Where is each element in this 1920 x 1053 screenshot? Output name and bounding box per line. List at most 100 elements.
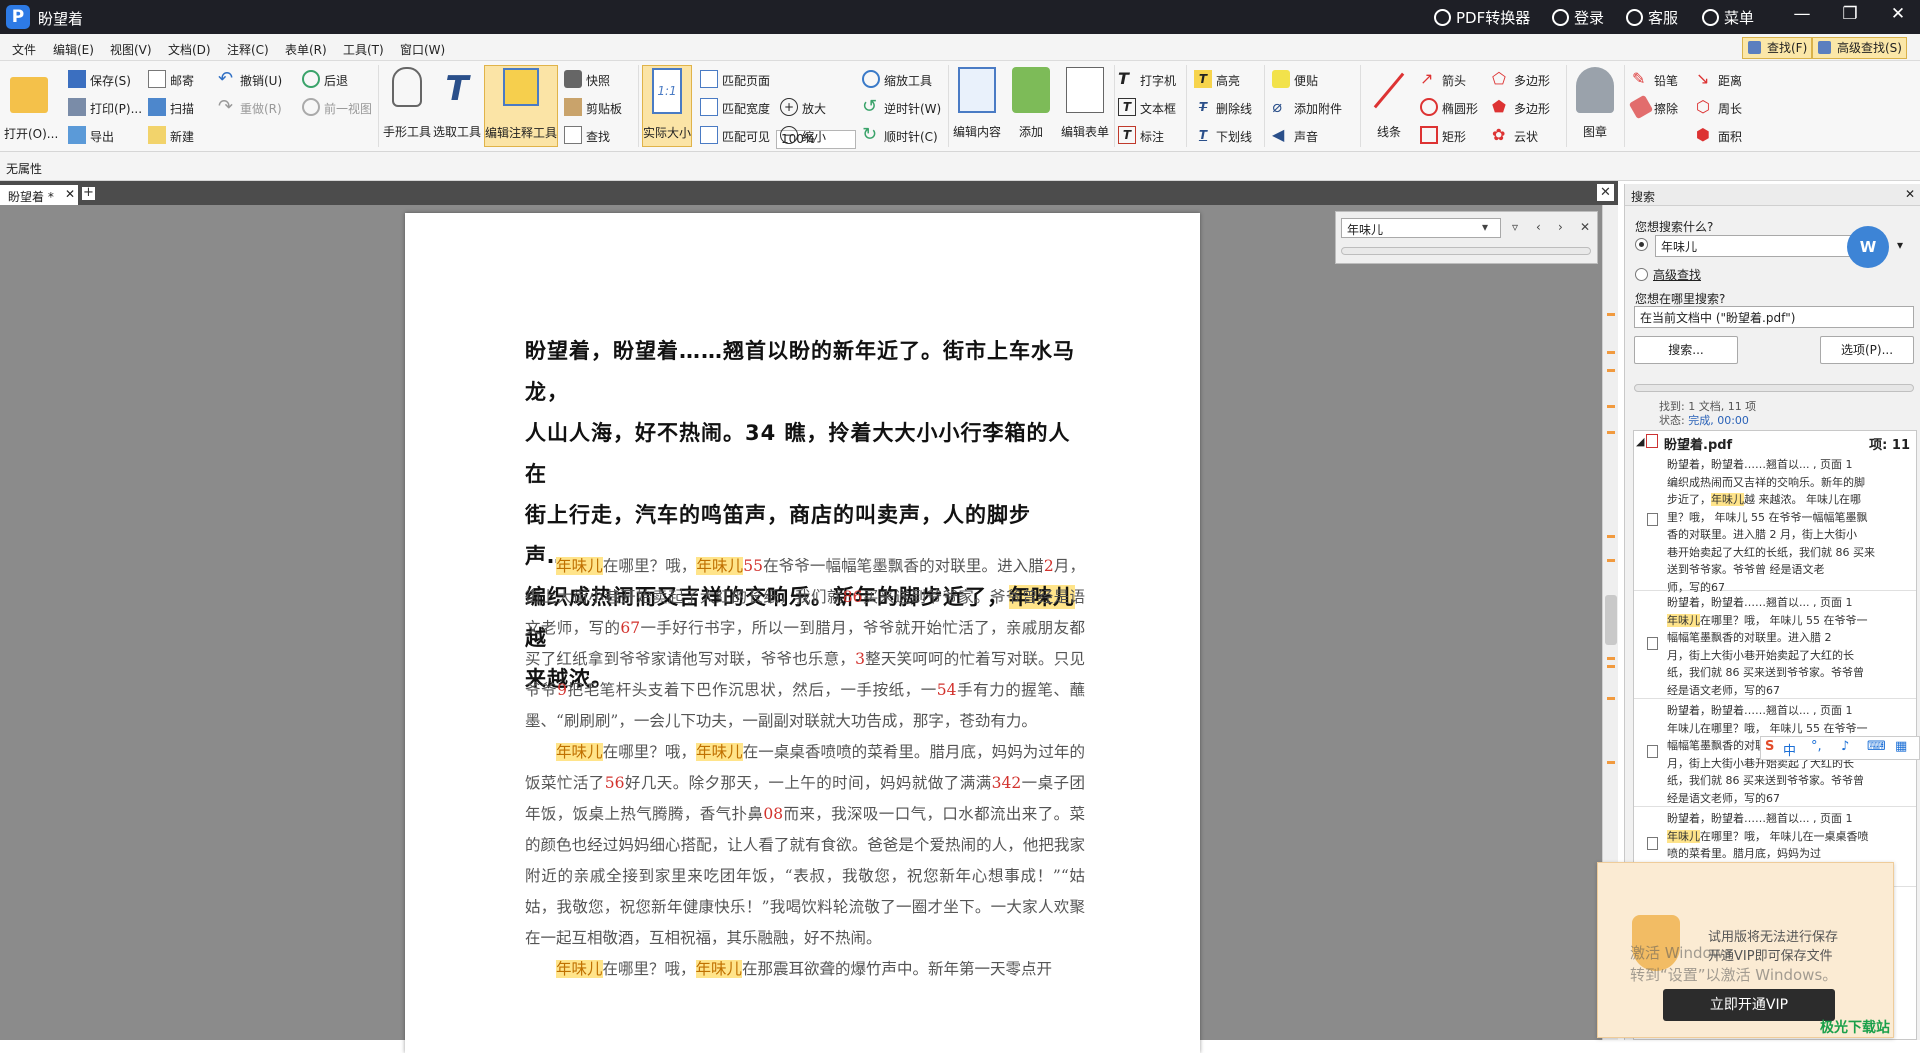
- edit-form-button[interactable]: 编辑表单: [1058, 65, 1112, 145]
- find-options-icon[interactable]: ▿: [1512, 220, 1518, 234]
- search-panel-header: 搜索 ✕: [1625, 184, 1920, 206]
- hit-marker: [1607, 313, 1615, 316]
- menu-comment[interactable]: 注释(C): [227, 41, 269, 58]
- edit-content-button[interactable]: 编辑内容: [952, 65, 1002, 145]
- pdf-page[interactable]: 盼望着，盼望着……翘首以盼的新年近了。街市上车水马龙， 人山人海，好不热闹。34…: [405, 213, 1200, 1053]
- search-scope-select[interactable]: 在当前文档中 ("盼望着.pdf"): [1634, 306, 1914, 328]
- actual-size-button[interactable]: 1:1 实际大小: [642, 65, 692, 147]
- search-button[interactable]: 搜索...: [1634, 336, 1738, 364]
- menu-form[interactable]: 表单(R): [285, 41, 327, 58]
- hand-tool-button[interactable]: 手形工具: [382, 65, 432, 145]
- microphone-icon[interactable]: ♪: [1841, 739, 1849, 754]
- hit-marker: [1607, 697, 1615, 700]
- paragraph: 年味儿在哪里？哦，年味儿55在爷爷一幅幅笔墨飘香的对联里。进入腊2月，街上大街小…: [525, 557, 1085, 730]
- scrollbar-thumb[interactable]: [1605, 595, 1617, 645]
- ellipse-icon: [1420, 98, 1438, 116]
- edit-annotation-tool-button[interactable]: 编辑注释工具: [484, 65, 558, 147]
- search-what-label: 您想搜索什么?: [1635, 220, 1714, 234]
- polyline-icon: ⬠: [1492, 69, 1506, 88]
- stamp-button[interactable]: 图章: [1570, 65, 1620, 145]
- menu-document[interactable]: 文档(D): [168, 41, 211, 58]
- ribbon-separator: [638, 65, 639, 147]
- callout-icon: T: [1118, 126, 1136, 144]
- menu-window[interactable]: 窗口(W): [400, 41, 445, 58]
- search-hit[interactable]: 年味儿: [696, 743, 743, 761]
- close-button[interactable]: ✕: [1878, 4, 1918, 24]
- radio-icon: [1635, 268, 1648, 281]
- search-hit[interactable]: 年味儿: [556, 960, 603, 978]
- search-keyword-icon[interactable]: W: [1847, 226, 1889, 268]
- find-close-icon[interactable]: ✕: [1580, 220, 1590, 234]
- search-hit[interactable]: 年味儿: [556, 743, 603, 761]
- site-logo: 极光下载站: [1820, 1020, 1890, 1036]
- note-icon: [1272, 70, 1290, 88]
- search-result-item[interactable]: 盼望着，盼望着……翘首以... , 页面 1 编织成热闹而又吉祥的交响乐。新年的脚…: [1634, 453, 1916, 594]
- line-tool-button[interactable]: 线条: [1364, 65, 1414, 145]
- grid-icon[interactable]: ▦: [1895, 739, 1907, 754]
- paragraph: 年味儿在哪里？哦，年味儿在那震耳欲聋的爆竹声中。新年第一天零点开: [556, 960, 1053, 978]
- folder-icon: [10, 77, 48, 113]
- search-dropdown-icon[interactable]: ▾: [1897, 238, 1903, 252]
- find-button[interactable]: 查找(F): [1742, 37, 1813, 59]
- highlight-icon: T: [1194, 70, 1212, 88]
- document-tab[interactable]: 盼望着 * ✕: [0, 185, 78, 205]
- keyboard-icon[interactable]: ⌨: [1867, 739, 1886, 754]
- underline-icon: T: [1198, 128, 1208, 142]
- find-previous-icon[interactable]: ‹: [1536, 220, 1541, 234]
- radio-icon: [1635, 238, 1648, 251]
- service-button[interactable]: 客服: [1626, 7, 1678, 28]
- advanced-find-button[interactable]: 高级查找(S): [1812, 37, 1907, 59]
- find-input[interactable]: 年味儿: [1341, 218, 1501, 238]
- cloud-icon: ✿: [1492, 125, 1506, 144]
- login-button[interactable]: 登录: [1552, 7, 1604, 28]
- search-result-item[interactable]: 盼望着，盼望着……翘首以... , 页面 1 年味儿在哪里？哦， 年味儿 55 …: [1634, 591, 1916, 699]
- menu-view[interactable]: 视图(V): [110, 41, 152, 58]
- ime-mode[interactable]: 中: [1783, 740, 1796, 759]
- menu-tools[interactable]: 工具(T): [343, 41, 384, 58]
- new-document-icon: [148, 126, 166, 144]
- add-button[interactable]: 添加: [1006, 65, 1056, 145]
- result-file-name[interactable]: 盼望着.pdf: [1664, 434, 1732, 453]
- hit-marker: [1607, 559, 1615, 562]
- menu-file[interactable]: 文件: [12, 41, 36, 58]
- new-tab-button[interactable]: +: [82, 186, 95, 200]
- document-workspace[interactable]: 盼望着，盼望着……翘首以盼的新年近了。街市上车水马龙， 人山人海，好不热闹。34…: [0, 205, 1602, 1053]
- punctuation-icon[interactable]: °,: [1811, 739, 1822, 754]
- maximize-button[interactable]: ❐: [1830, 4, 1870, 24]
- expand-icon[interactable]: ◢: [1636, 435, 1644, 448]
- find-progress-bar: [1341, 247, 1591, 255]
- ribbon-separator: [948, 65, 949, 147]
- search-hit[interactable]: 年味儿: [695, 960, 743, 978]
- menu-icon: [1702, 9, 1719, 26]
- search-hit[interactable]: 年味儿: [556, 557, 603, 575]
- find-next-icon[interactable]: ›: [1558, 220, 1563, 234]
- find-icon: [564, 126, 582, 144]
- page-icon: [1647, 513, 1658, 526]
- page-icon: [1647, 745, 1658, 758]
- advanced-search-option[interactable]: 高级查找: [1635, 266, 1701, 283]
- title-bar: P 盼望着 PDF转换器 登录 客服 菜单 — ❐ ✕: [0, 0, 1920, 34]
- paragraph: 年味儿在哪里？哦，年味儿在一桌桌香喷喷的菜肴里。腊月底，妈妈为过年的饭菜忙活了5…: [525, 743, 1085, 947]
- scanner-icon: [148, 98, 166, 116]
- ribbon-separator: [1360, 65, 1361, 147]
- ribbon-separator: [378, 65, 379, 147]
- document-tab-strip: 盼望着 * ✕ + ✕: [0, 181, 1618, 205]
- export-icon: [68, 126, 86, 144]
- close-panel-icon[interactable]: ✕: [1905, 187, 1915, 201]
- search-query-input[interactable]: 年味儿: [1655, 235, 1855, 257]
- find-dropdown-icon[interactable]: ▾: [1482, 220, 1488, 234]
- close-tab-icon[interactable]: ✕: [65, 187, 75, 201]
- minimize-button[interactable]: —: [1782, 4, 1822, 24]
- search-options-button[interactable]: 选项(P)...: [1820, 336, 1914, 364]
- search-hit[interactable]: 年味儿: [696, 557, 744, 575]
- menu-button[interactable]: 菜单: [1702, 7, 1754, 28]
- ime-toolbar[interactable]: S 中 °, ♪ ⌨ ▦: [1760, 736, 1920, 760]
- open-vip-button[interactable]: 立即开通VIP: [1663, 989, 1835, 1021]
- close-document-button[interactable]: ✕: [1597, 184, 1614, 201]
- select-tool-button[interactable]: T 选取工具: [432, 65, 482, 145]
- hit-marker: [1607, 431, 1615, 434]
- menu-edit[interactable]: 编辑(E): [53, 41, 94, 58]
- search-radio[interactable]: [1635, 238, 1653, 252]
- open-button[interactable]: 打开(O)...: [4, 67, 58, 147]
- pdf-converter-button[interactable]: PDF转换器: [1434, 7, 1530, 28]
